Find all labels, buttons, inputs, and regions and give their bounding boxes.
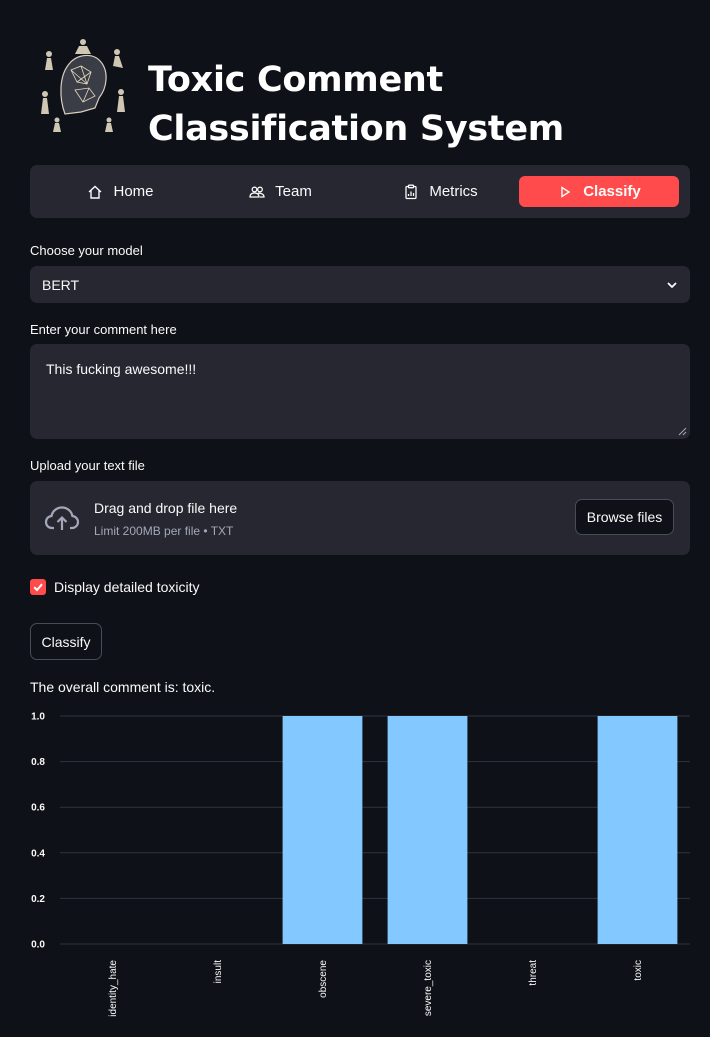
file-uploader-dropzone[interactable]: Drag and drop file here Limit 200MB per … bbox=[30, 481, 690, 555]
toxicity-bar-chart: 0.0 0.2 0.4 0.6 0.8 1.0 identity_hate insult obs… bbox=[31, 712, 690, 1017]
x-tick-label: toxic bbox=[633, 960, 644, 981]
checkmark-icon bbox=[33, 583, 43, 592]
drop-text: Drag and drop file here bbox=[94, 500, 238, 516]
browse-files-button[interactable]: Browse files bbox=[575, 499, 674, 535]
comment-value: This fucking awesome!!! bbox=[46, 361, 197, 377]
classify-button[interactable]: Classify bbox=[30, 623, 102, 660]
app-header: Toxic Comment Classification System bbox=[30, 36, 690, 151]
detailed-toxicity-checkbox[interactable] bbox=[30, 579, 46, 595]
result-text: The overall comment is: toxic. bbox=[30, 679, 216, 695]
x-tick-label: severe_toxic bbox=[423, 960, 434, 1016]
nav-menu: Home Team Metrics Classify bbox=[30, 165, 690, 218]
nav-item-classify[interactable]: Classify bbox=[519, 176, 679, 207]
y-tick-label: 0.0 bbox=[31, 940, 45, 951]
logo-image bbox=[35, 36, 131, 132]
nav-item-label: Team bbox=[275, 183, 312, 200]
detailed-toxicity-label: Display detailed toxicity bbox=[54, 579, 200, 595]
comment-label: Enter your comment here bbox=[30, 322, 177, 337]
y-tick-label: 1.0 bbox=[31, 712, 45, 723]
upload-cloud-icon bbox=[44, 506, 80, 530]
upload-limit-text: Limit 200MB per file • TXT bbox=[94, 524, 234, 538]
y-tick-label: 0.2 bbox=[31, 894, 45, 905]
nav-item-team[interactable]: Team bbox=[208, 176, 353, 207]
nav-item-home[interactable]: Home bbox=[48, 176, 193, 207]
model-select[interactable]: BERT bbox=[30, 266, 690, 303]
resize-handle-icon[interactable] bbox=[678, 427, 687, 436]
nav-item-metrics[interactable]: Metrics bbox=[368, 176, 513, 207]
bar bbox=[282, 716, 363, 944]
x-tick-label: insult bbox=[213, 960, 224, 984]
team-icon bbox=[249, 186, 265, 198]
comment-textarea[interactable]: This fucking awesome!!! bbox=[30, 344, 690, 439]
x-tick-label: threat bbox=[528, 960, 539, 986]
model-select-value: BERT bbox=[42, 276, 80, 293]
detailed-toxicity-checkbox-row[interactable]: Display detailed toxicity bbox=[30, 579, 200, 595]
upload-label: Upload your text file bbox=[30, 458, 145, 473]
clipboard-icon bbox=[405, 184, 417, 199]
bar bbox=[597, 716, 678, 944]
chevron-down-icon bbox=[667, 281, 677, 288]
x-tick-label: obscene bbox=[318, 960, 329, 998]
play-icon bbox=[561, 185, 571, 198]
y-tick-label: 0.8 bbox=[31, 757, 45, 768]
model-select-label: Choose your model bbox=[30, 243, 143, 258]
nav-item-label: Home bbox=[113, 183, 154, 200]
page-title: Toxic Comment Classification System bbox=[148, 60, 564, 149]
nav-item-label: Classify bbox=[583, 183, 641, 200]
x-tick-label: identity_hate bbox=[108, 960, 119, 1017]
nav-item-label: Metrics bbox=[429, 183, 478, 200]
y-tick-label: 0.6 bbox=[31, 803, 45, 814]
bar bbox=[387, 716, 468, 944]
home-icon bbox=[89, 185, 102, 199]
y-tick-label: 0.4 bbox=[31, 848, 45, 859]
